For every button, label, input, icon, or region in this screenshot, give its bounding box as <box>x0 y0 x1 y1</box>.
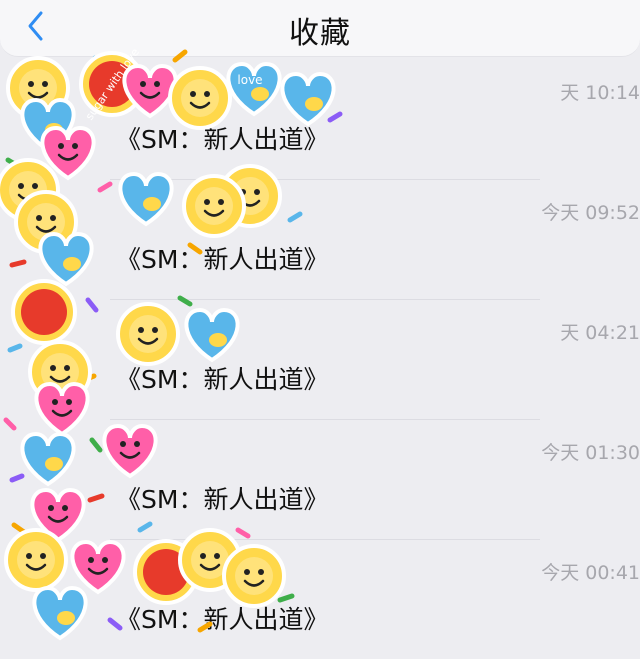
item-title: 《SM：新人出道》 <box>116 125 329 154</box>
item-title: 《SM：新人出道》 <box>116 485 329 514</box>
list-item[interactable]: 今天 01:30 《SM：新人出道》 <box>110 420 640 540</box>
list-item[interactable]: 天 04:21 《SM：新人出道》 <box>110 300 640 420</box>
favorites-list: 天 10:14 《SM：新人出道》 今天 09:52 《SM：新人出道》 天 0… <box>0 60 640 659</box>
list-item[interactable]: 今天 09:52 《SM：新人出道》 <box>110 180 640 300</box>
item-time: 天 10:14 <box>560 82 640 104</box>
list-item[interactable]: 天 10:14 《SM：新人出道》 <box>110 60 640 180</box>
item-title: 《SM：新人出道》 <box>116 605 329 634</box>
item-time: 今天 01:30 <box>541 442 640 464</box>
item-title: 《SM：新人出道》 <box>116 365 329 394</box>
page-title: 收藏 <box>289 16 351 51</box>
navigation-bar: 收藏 <box>0 0 640 57</box>
item-time: 今天 09:52 <box>541 202 640 224</box>
list-item[interactable]: 今天 00:41 《SM：新人出道》 <box>110 540 640 659</box>
item-time: 天 04:21 <box>560 322 640 344</box>
item-time: 今天 00:41 <box>541 562 640 584</box>
item-title: 《SM：新人出道》 <box>116 245 329 274</box>
